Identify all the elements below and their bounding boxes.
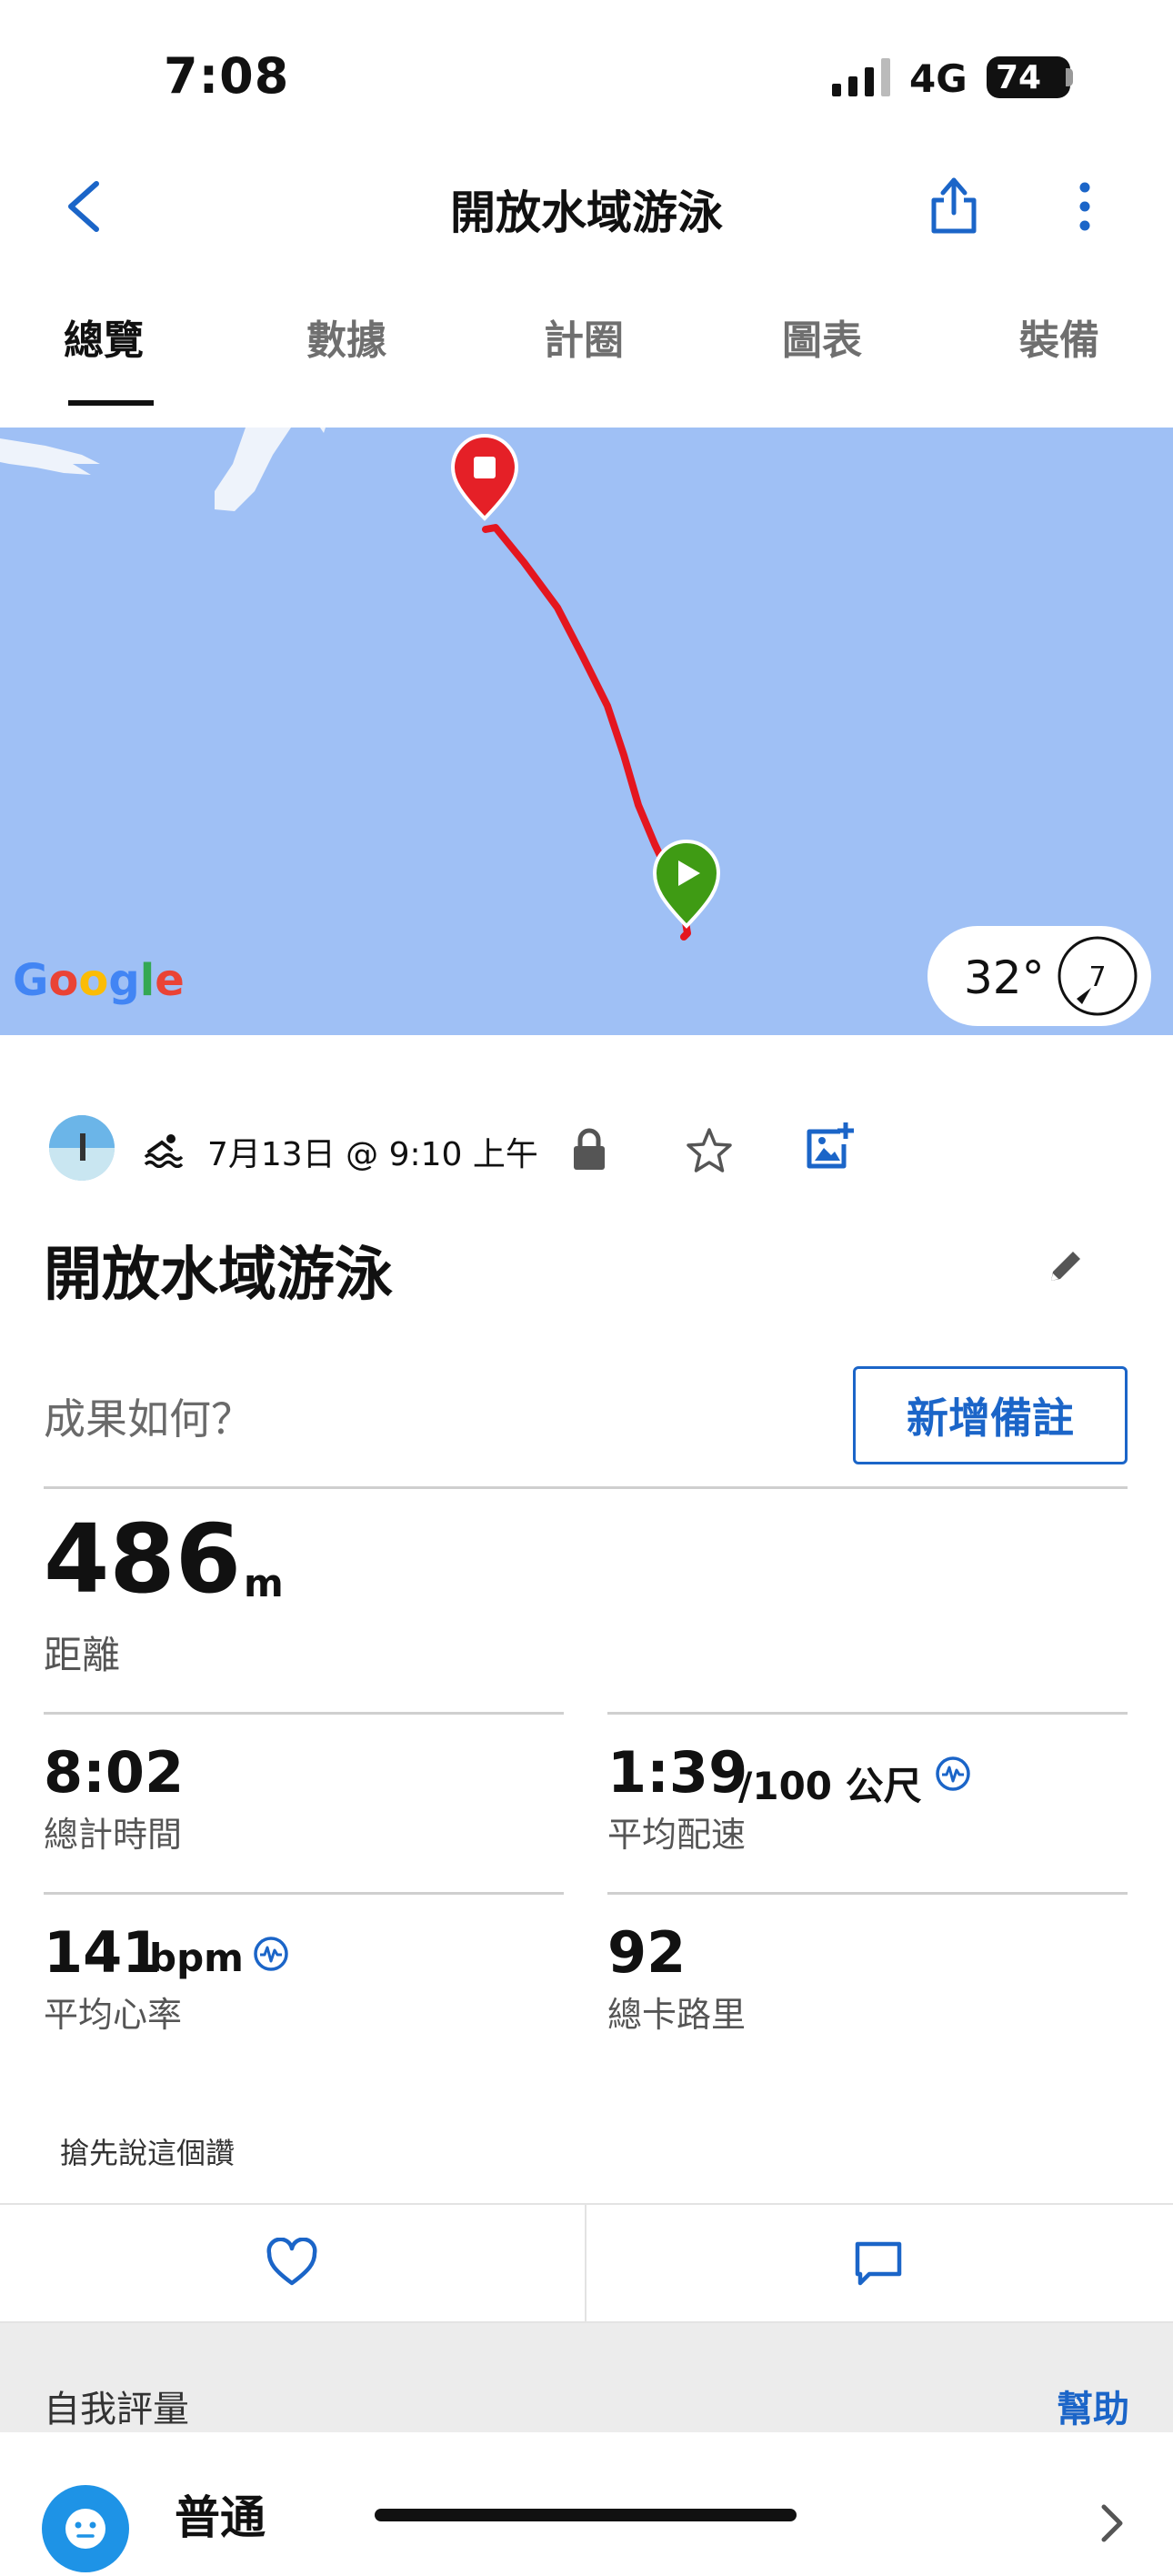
self-evaluation-value: 普通 bbox=[175, 2491, 266, 2544]
more-options-icon[interactable] bbox=[1071, 175, 1098, 238]
wind-compass-icon: 7 bbox=[1058, 936, 1138, 1016]
add-note-button[interactable]: 新增備註 bbox=[853, 1366, 1128, 1464]
battery-level: 74 bbox=[996, 58, 1042, 96]
social-action-bar bbox=[0, 2203, 1173, 2323]
start-pin-icon bbox=[652, 840, 721, 929]
like-heart-icon[interactable] bbox=[266, 2238, 318, 2287]
battery-indicator: 74 bbox=[987, 56, 1070, 98]
star-icon[interactable] bbox=[684, 1126, 735, 1175]
divider bbox=[44, 1486, 1128, 1489]
distance-label: 距離 bbox=[44, 1633, 121, 1677]
lock-icon[interactable] bbox=[571, 1128, 607, 1172]
how-did-it-go-prompt: 成果如何？ bbox=[44, 1394, 253, 1444]
temperature: 32° bbox=[964, 951, 1045, 1004]
total-time-label: 總計時間 bbox=[44, 1815, 183, 1855]
total-time-value: 8:02 bbox=[44, 1739, 185, 1806]
tab-charts[interactable]: 圖表 bbox=[782, 307, 862, 366]
page-title: 開放水域游泳 bbox=[450, 186, 723, 239]
tab-bar: 總覽 數據 計圈 圖表 裝備 bbox=[0, 307, 1173, 428]
edit-pencil-icon[interactable] bbox=[1046, 1246, 1086, 1286]
chevron-right-icon[interactable] bbox=[1098, 2503, 1126, 2543]
calories-value: 92 bbox=[607, 1919, 687, 1986]
tab-overview[interactable]: 總覽 bbox=[64, 307, 144, 366]
calories-label: 總卡路里 bbox=[607, 1995, 747, 2035]
open-water-swim-icon bbox=[144, 1134, 184, 1168]
active-tab-indicator bbox=[68, 400, 154, 406]
avatar[interactable] bbox=[49, 1115, 115, 1181]
share-icon[interactable] bbox=[929, 173, 978, 236]
wind-speed: 7 bbox=[1088, 961, 1106, 993]
avg-pace-value: 1:39 bbox=[607, 1739, 748, 1806]
divider bbox=[44, 1892, 564, 1895]
tab-laps[interactable]: 計圈 bbox=[544, 307, 624, 366]
divider bbox=[44, 1712, 564, 1715]
end-pin-icon bbox=[450, 434, 519, 521]
pace-insight-icon[interactable] bbox=[935, 1756, 971, 1792]
divider bbox=[585, 2203, 586, 2323]
activity-title: 開放水域游泳 bbox=[44, 1242, 393, 1309]
add-photo-icon[interactable] bbox=[804, 1121, 855, 1172]
avg-pace-label: 平均配速 bbox=[607, 1815, 747, 1855]
land-shape bbox=[320, 428, 326, 433]
avg-hr-value: 141 bbox=[44, 1919, 162, 1986]
divider bbox=[607, 1712, 1128, 1715]
home-indicator bbox=[375, 2509, 797, 2521]
land-shape bbox=[0, 438, 100, 475]
activity-date: 7月13日 @ 9:10 上午 bbox=[207, 1136, 538, 1173]
land-shape bbox=[215, 428, 291, 511]
tab-stats[interactable]: 數據 bbox=[306, 307, 386, 366]
battery-nub bbox=[1066, 68, 1073, 86]
status-time: 7:08 bbox=[164, 47, 290, 105]
neutral-face-icon bbox=[42, 2485, 129, 2572]
first-to-like-text: 搶先說這個讚 bbox=[60, 2136, 236, 2170]
heart-rate-insight-icon[interactable] bbox=[253, 1936, 289, 1972]
divider bbox=[607, 1892, 1128, 1895]
self-evaluation-label: 自我評量 bbox=[44, 2389, 189, 2430]
distance-unit: m bbox=[244, 1561, 284, 1605]
signal-icon bbox=[832, 58, 890, 96]
google-logo: Google bbox=[13, 955, 185, 1006]
avg-pace-unit: /100 公尺 bbox=[738, 1764, 922, 1808]
avg-hr-label: 平均心率 bbox=[44, 1995, 183, 2035]
comment-icon[interactable] bbox=[853, 2239, 904, 2289]
avg-hr-unit: bpm bbox=[149, 1936, 244, 1980]
tab-gear[interactable]: 裝備 bbox=[1019, 307, 1099, 366]
distance-value: 486 bbox=[44, 1504, 242, 1615]
help-link[interactable]: 幫助 bbox=[1057, 2380, 1129, 2432]
network-type: 4G bbox=[909, 56, 967, 101]
